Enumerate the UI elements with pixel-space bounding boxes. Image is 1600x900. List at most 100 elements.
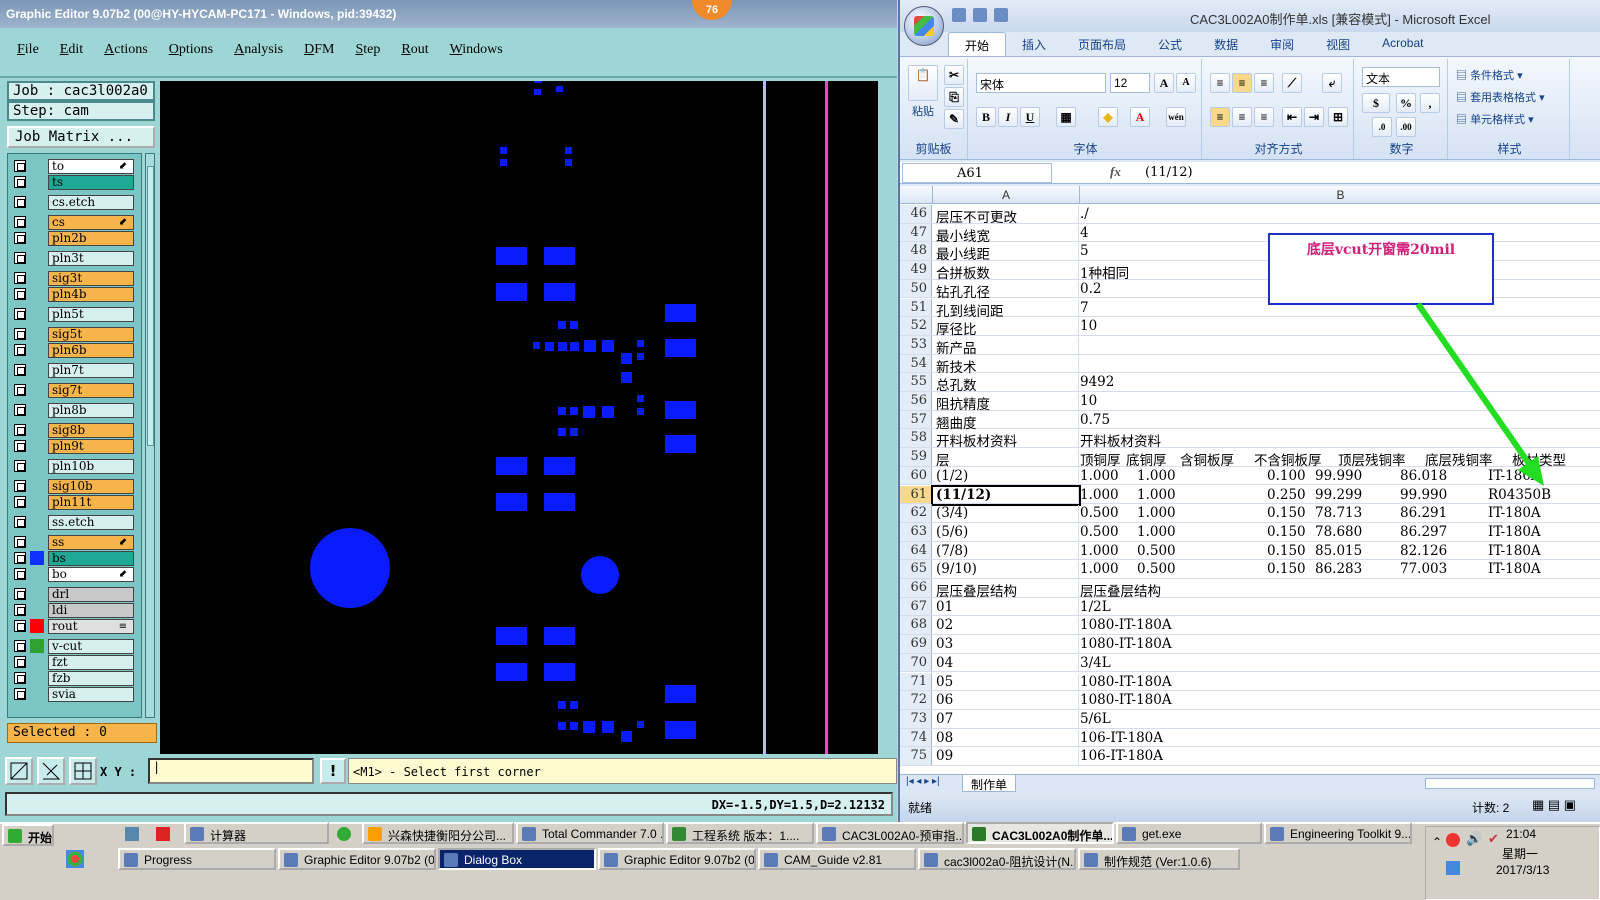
align-top-icon[interactable]: ≡ bbox=[1210, 73, 1230, 93]
layer-color-swatch[interactable] bbox=[30, 439, 44, 453]
fx-icon[interactable]: fx bbox=[1110, 164, 1121, 180]
layer-name[interactable]: ts bbox=[48, 175, 134, 190]
align-bottom-icon[interactable]: ≡ bbox=[1254, 73, 1274, 93]
cell-a[interactable]: 08 bbox=[933, 729, 1079, 748]
layer-name[interactable]: drl bbox=[48, 587, 134, 602]
layer-name[interactable]: pln9t bbox=[48, 439, 134, 454]
layer-row[interactable]: ldi bbox=[12, 602, 140, 618]
row-header[interactable]: 51 bbox=[900, 298, 932, 317]
phonetic-icon[interactable]: wén bbox=[1166, 107, 1186, 127]
shrink-font-icon[interactable]: A bbox=[1176, 73, 1196, 93]
layer-checkbox[interactable] bbox=[14, 536, 26, 548]
layer-color-swatch[interactable] bbox=[30, 231, 44, 245]
cell-b[interactable]: 1080-IT-180A bbox=[1080, 674, 1600, 692]
row-header[interactable]: 59 bbox=[900, 448, 932, 466]
layer-color-swatch[interactable] bbox=[30, 251, 44, 265]
layer-color-swatch[interactable] bbox=[30, 459, 44, 473]
tab-acrobat[interactable]: Acrobat bbox=[1366, 32, 1439, 56]
cell-a[interactable]: 翘曲度 bbox=[933, 411, 1079, 432]
row-header[interactable]: 46 bbox=[900, 205, 932, 223]
layer-row[interactable]: bo ⬋ bbox=[12, 566, 140, 582]
increase-indent-icon[interactable]: ⇥ bbox=[1304, 107, 1324, 127]
orientation-icon[interactable]: ⟋ bbox=[1282, 73, 1302, 93]
layer-checkbox[interactable] bbox=[14, 480, 26, 492]
cell-a[interactable]: 新技术 bbox=[933, 355, 1079, 376]
menu-dfm[interactable]: DFM bbox=[301, 42, 337, 76]
layer-row[interactable]: sig3t bbox=[12, 270, 140, 286]
cell-a[interactable]: 04 bbox=[933, 654, 1079, 673]
align-middle-icon[interactable]: ≡ bbox=[1232, 73, 1252, 93]
cell-a[interactable]: (7/8) bbox=[933, 542, 1079, 561]
layer-checkbox[interactable] bbox=[14, 288, 26, 300]
layer-checkbox[interactable] bbox=[14, 496, 26, 508]
layer-name[interactable]: pln10b bbox=[48, 459, 134, 474]
layer-row[interactable]: cs.etch bbox=[12, 194, 140, 210]
cell-a[interactable]: 最小线距 bbox=[933, 243, 1079, 263]
layer-row[interactable]: pln3t bbox=[12, 250, 140, 266]
layer-color-swatch[interactable] bbox=[30, 655, 44, 669]
cell-a[interactable]: (9/10) bbox=[933, 561, 1079, 579]
layer-color-swatch[interactable] bbox=[30, 619, 44, 633]
layer-checkbox[interactable] bbox=[14, 440, 26, 452]
layer-color-swatch[interactable] bbox=[30, 671, 44, 685]
format-painter-icon[interactable]: ✎ bbox=[944, 109, 964, 129]
tab-data[interactable]: 数据 bbox=[1198, 32, 1254, 56]
horizontal-scrollbar[interactable] bbox=[1425, 778, 1595, 789]
decrease-decimal-icon[interactable]: .00 bbox=[1396, 117, 1416, 137]
layer-color-swatch[interactable] bbox=[30, 687, 44, 701]
task-browser[interactable]: 兴森快捷衡阳分公司... bbox=[362, 822, 514, 844]
layer-name[interactable]: cs ⬋ bbox=[48, 215, 134, 230]
cell-a[interactable]: (1/2) bbox=[933, 467, 1079, 486]
layer-row[interactable]: bs bbox=[12, 550, 140, 566]
task-dialog-box[interactable]: Dialog Box bbox=[438, 848, 596, 870]
cell-b[interactable]: 106-IT-180A bbox=[1080, 748, 1600, 766]
cell-b[interactable]: 1/2L bbox=[1080, 599, 1600, 617]
cell-b[interactable]: 0.500 1.000 0.150 78.680 86.297 IT-180A bbox=[1080, 524, 1600, 542]
merge-cells-icon[interactable]: ⊞ bbox=[1328, 107, 1348, 127]
task-calculator[interactable]: 计算器 bbox=[184, 822, 329, 844]
currency-icon[interactable]: $ bbox=[1362, 93, 1390, 113]
fill-color-icon[interactable]: ◈ bbox=[1098, 107, 1118, 127]
layer-row[interactable]: sig5t bbox=[12, 326, 140, 342]
align-right-icon[interactable]: ≡ bbox=[1254, 107, 1274, 127]
layer-row[interactable]: fzt bbox=[12, 654, 140, 670]
layer-checkbox[interactable] bbox=[14, 196, 26, 208]
xy-input[interactable]: | bbox=[148, 758, 314, 784]
menu-edit[interactable]: Edit bbox=[57, 42, 86, 76]
number-format-select[interactable]: 文本 bbox=[1362, 67, 1440, 87]
sheet-nav-icon[interactable]: |◂ ◂ ▸ ▸| bbox=[906, 776, 940, 787]
sheet-tab[interactable]: 制作单 bbox=[962, 775, 1017, 792]
layer-checkbox[interactable] bbox=[14, 176, 26, 188]
app-icon[interactable] bbox=[66, 850, 84, 868]
tray-network-icon[interactable] bbox=[1446, 861, 1460, 875]
row-header[interactable]: 69 bbox=[900, 635, 932, 653]
task-spec[interactable]: 制作规范 (Ver:1.0.6) bbox=[1078, 848, 1240, 870]
layer-color-swatch[interactable] bbox=[30, 567, 44, 581]
task-cam-guide[interactable]: CAM_Guide v2.81 bbox=[758, 848, 916, 870]
layer-color-swatch[interactable] bbox=[30, 363, 44, 377]
row-header[interactable]: 74 bbox=[900, 728, 932, 747]
layer-color-swatch[interactable] bbox=[30, 587, 44, 601]
row-header[interactable]: 67 bbox=[900, 597, 932, 616]
task-engineering-system[interactable]: 工程系统 版本：1.... bbox=[666, 822, 814, 844]
row-header[interactable]: 50 bbox=[900, 279, 932, 298]
layer-row[interactable]: svia bbox=[12, 686, 140, 702]
cell-a[interactable]: 开料板材资料 bbox=[933, 430, 1079, 450]
layer-checkbox[interactable] bbox=[14, 516, 26, 528]
cell-a[interactable]: 阻抗精度 bbox=[933, 393, 1079, 413]
undo-icon[interactable] bbox=[973, 8, 987, 22]
row-header[interactable]: 57 bbox=[900, 410, 932, 429]
layer-color-swatch[interactable] bbox=[30, 215, 44, 229]
align-left-icon[interactable]: ≡ bbox=[1210, 107, 1230, 127]
bold-button[interactable]: B bbox=[976, 107, 996, 127]
cell-a[interactable]: 最小线宽 bbox=[933, 224, 1079, 245]
layer-name[interactable]: pln4b bbox=[48, 287, 134, 302]
layer-row[interactable]: ss ⬋ bbox=[12, 534, 140, 550]
layer-color-swatch[interactable] bbox=[30, 479, 44, 493]
font-size-select[interactable]: 12 bbox=[1110, 73, 1150, 93]
wrap-text-icon[interactable]: ⤶ bbox=[1322, 73, 1342, 93]
cell-a[interactable]: 07 bbox=[933, 710, 1079, 729]
layer-row[interactable]: pln7t bbox=[12, 362, 140, 378]
layer-color-swatch[interactable] bbox=[30, 495, 44, 509]
layer-row[interactable]: sig8b bbox=[12, 422, 140, 438]
